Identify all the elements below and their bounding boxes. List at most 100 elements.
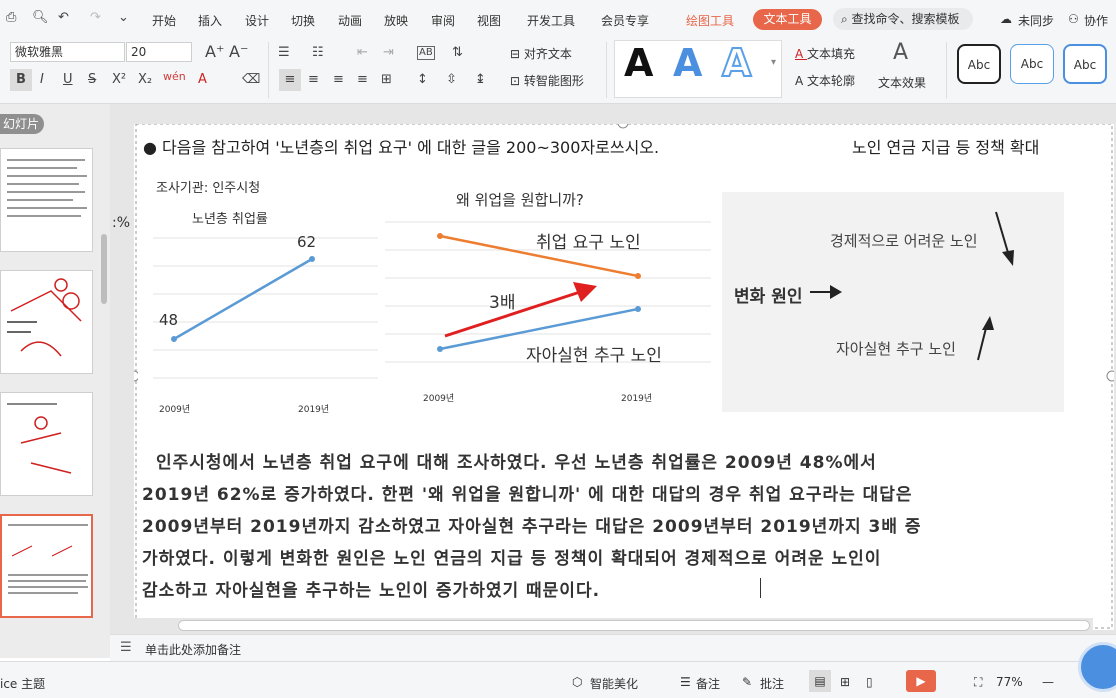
slide-thumbnail[interactable] bbox=[0, 392, 93, 496]
chart1-title: 노년층 취업률 bbox=[192, 212, 268, 227]
tab-start[interactable]: 开始 bbox=[152, 12, 176, 29]
comment-button[interactable]: 批注 bbox=[760, 675, 784, 692]
justify-icon[interactable]: ≡ bbox=[357, 73, 368, 86]
shape-style-blue[interactable]: Abc bbox=[1063, 44, 1107, 84]
vertical-scrollbar[interactable] bbox=[101, 234, 107, 304]
diagram-top-label: 경제적으로 어려운 노인 bbox=[830, 232, 978, 250]
shape-style-light-blue[interactable]: Abc bbox=[1010, 44, 1054, 84]
play-icon[interactable]: ▶ bbox=[906, 670, 936, 692]
tab-text-tools[interactable]: 文本工具 bbox=[753, 9, 822, 30]
align-right-icon[interactable]: ≡ bbox=[333, 73, 344, 86]
source-label: 조사기관: 인주시청 bbox=[156, 181, 261, 196]
print-icon[interactable]: ⎙ bbox=[6, 10, 16, 25]
slide-thumbnail-active[interactable] bbox=[0, 514, 93, 618]
more-icon[interactable]: ⌄ bbox=[118, 10, 129, 25]
text-outline-button[interactable]: A 文本轮廓 bbox=[795, 72, 855, 89]
notes-placeholder[interactable]: 单击此处添加备注 bbox=[145, 641, 241, 658]
outdent-icon[interactable]: ⇤ bbox=[357, 46, 368, 59]
underline-icon[interactable]: U bbox=[63, 73, 73, 86]
preview-icon[interactable]: 🔍︎ bbox=[32, 10, 49, 25]
redo-icon[interactable]: ↷ bbox=[90, 10, 101, 25]
theme-name[interactable]: ice 主题 bbox=[0, 675, 45, 692]
para-spacing-icon[interactable]: ⇳ bbox=[446, 73, 457, 86]
zoom-level[interactable]: 77% bbox=[996, 675, 1023, 689]
line-spacing-icon[interactable]: ↕ bbox=[417, 73, 428, 86]
text-fill-icon: A bbox=[795, 47, 808, 61]
tab-review[interactable]: 审阅 bbox=[431, 12, 455, 29]
data-point bbox=[437, 233, 443, 239]
beautify-button[interactable]: 智能美化 bbox=[590, 675, 638, 692]
tab-design[interactable]: 设计 bbox=[245, 12, 269, 29]
smart-shape-button[interactable]: ⊡ 转智能图形 bbox=[510, 72, 584, 89]
data-point bbox=[437, 346, 443, 352]
reading-view-icon[interactable]: ▯ bbox=[866, 675, 873, 689]
horizontal-scroll-thumb[interactable] bbox=[178, 620, 1090, 631]
font-grow-icon[interactable]: A⁺ bbox=[205, 44, 224, 60]
fit-icon[interactable]: ⛶ bbox=[974, 675, 982, 690]
comment-icon: ✎ bbox=[742, 675, 753, 689]
chart1-x-2019: 2019년 bbox=[298, 405, 330, 415]
spacing-menu-icon[interactable]: ↨ bbox=[475, 73, 486, 86]
sort-icon[interactable]: ⇅ bbox=[452, 46, 463, 59]
slide-thumbnail[interactable] bbox=[0, 270, 93, 374]
bullet-list-icon[interactable]: ☰ bbox=[278, 46, 290, 59]
arrow-up-icon bbox=[982, 316, 994, 330]
tab-drawing-tools[interactable]: 绘图工具 bbox=[686, 12, 734, 29]
status-bar: ice 主题 ⬡ 智能美化 ☰ 备注 ✎ 批注 ▤ ⊞ ▯ ▶ ⛶ 77% — bbox=[0, 642, 1116, 698]
italic-icon[interactable]: I bbox=[40, 73, 44, 86]
tab-view[interactable]: 视图 bbox=[477, 12, 501, 29]
shape-style-dark[interactable]: Abc bbox=[957, 44, 1001, 84]
font-color-icon[interactable]: A bbox=[198, 73, 207, 86]
cloud-icon: ☁ bbox=[1000, 12, 1012, 26]
slide-thumbnail[interactable] bbox=[0, 148, 93, 252]
tab-developer[interactable]: 开发工具 bbox=[527, 12, 575, 29]
collab-button[interactable]: 协作 bbox=[1084, 12, 1108, 29]
ribbon-toolbar: 微软雅黑 20 A⁺ A⁻ B I U S X² X₂ wén A ⌫ ☰ ☷ … bbox=[0, 36, 1116, 104]
search-box[interactable]: ⌕ 查找命令、搜索模板 bbox=[833, 8, 973, 30]
align-left-icon[interactable]: ≡ bbox=[279, 69, 301, 91]
font-shrink-icon[interactable]: A⁻ bbox=[229, 44, 248, 60]
text-direction-icon[interactable]: AB bbox=[417, 46, 435, 60]
data-point bbox=[309, 256, 315, 262]
undo-icon[interactable]: ↶ bbox=[58, 10, 69, 25]
font-family-select[interactable]: 微软雅黑 bbox=[10, 42, 125, 62]
assistant-icon[interactable] bbox=[1078, 642, 1116, 692]
align-text-button[interactable]: ⊟ 对齐文本 bbox=[510, 45, 572, 62]
subscript-icon[interactable]: X₂ bbox=[138, 73, 152, 86]
sync-status[interactable]: 未同步 bbox=[1018, 12, 1054, 29]
text-style-black[interactable]: A bbox=[624, 44, 653, 82]
text-fill-button[interactable]: A 文本填充 bbox=[795, 45, 855, 62]
data-point bbox=[635, 306, 641, 312]
paragraph-line: 감소하고 자아실현을 추구하는 노인이 증가하였기 때문이다. bbox=[142, 581, 601, 601]
superscript-icon[interactable]: X² bbox=[112, 73, 126, 86]
text-style-outline[interactable]: A bbox=[721, 43, 752, 83]
align-center-icon[interactable]: ≡ bbox=[308, 73, 319, 86]
zoom-out-icon[interactable]: — bbox=[1042, 675, 1054, 689]
tab-animation[interactable]: 动画 bbox=[338, 12, 362, 29]
phonetic-icon[interactable]: wén bbox=[163, 71, 186, 82]
numbered-list-icon[interactable]: ☷ bbox=[312, 46, 324, 59]
tab-transition[interactable]: 切换 bbox=[291, 12, 315, 29]
chart2-x-2009: 2009년 bbox=[423, 394, 455, 404]
tab-insert[interactable]: 插入 bbox=[198, 12, 222, 29]
slide-heading: ● 다음을 참고하여 '노년층의 취업 요구' 에 대한 글을 200~300자… bbox=[143, 138, 660, 157]
text-effect-icon: A bbox=[893, 40, 909, 65]
tab-slideshow[interactable]: 放映 bbox=[384, 12, 408, 29]
eraser-icon[interactable]: ⌫ bbox=[242, 73, 260, 86]
text-style-blue[interactable]: A bbox=[673, 44, 702, 82]
remark-button[interactable]: 备注 bbox=[696, 675, 720, 692]
strike-icon[interactable]: S bbox=[88, 73, 96, 86]
bold-icon[interactable]: B bbox=[10, 69, 32, 91]
paragraph-line: 인주시청에서 노년층 취업 요구에 대해 조사하였다. 우선 노년층 취업률은 … bbox=[156, 453, 877, 473]
indent-icon[interactable]: ⇥ bbox=[383, 46, 394, 59]
text-cursor bbox=[760, 578, 761, 598]
font-size-select[interactable]: 20 bbox=[126, 42, 192, 62]
grid-view-icon[interactable]: ⊞ bbox=[840, 675, 850, 689]
text-effect-button[interactable]: 文本效果 bbox=[878, 74, 926, 91]
tab-member[interactable]: 会员专享 bbox=[601, 12, 649, 29]
cause-diagram: 경제적으로 어려운 노인 변화 원인 자아실현 추구 노인 bbox=[722, 192, 1064, 412]
normal-view-icon[interactable]: ▤ bbox=[809, 670, 831, 692]
gallery-expand-icon[interactable]: ▾ bbox=[771, 58, 776, 68]
notes-pane[interactable]: ☰ 单击此处添加备注 bbox=[110, 634, 1116, 661]
distribute-icon[interactable]: ⊞ bbox=[381, 73, 392, 86]
